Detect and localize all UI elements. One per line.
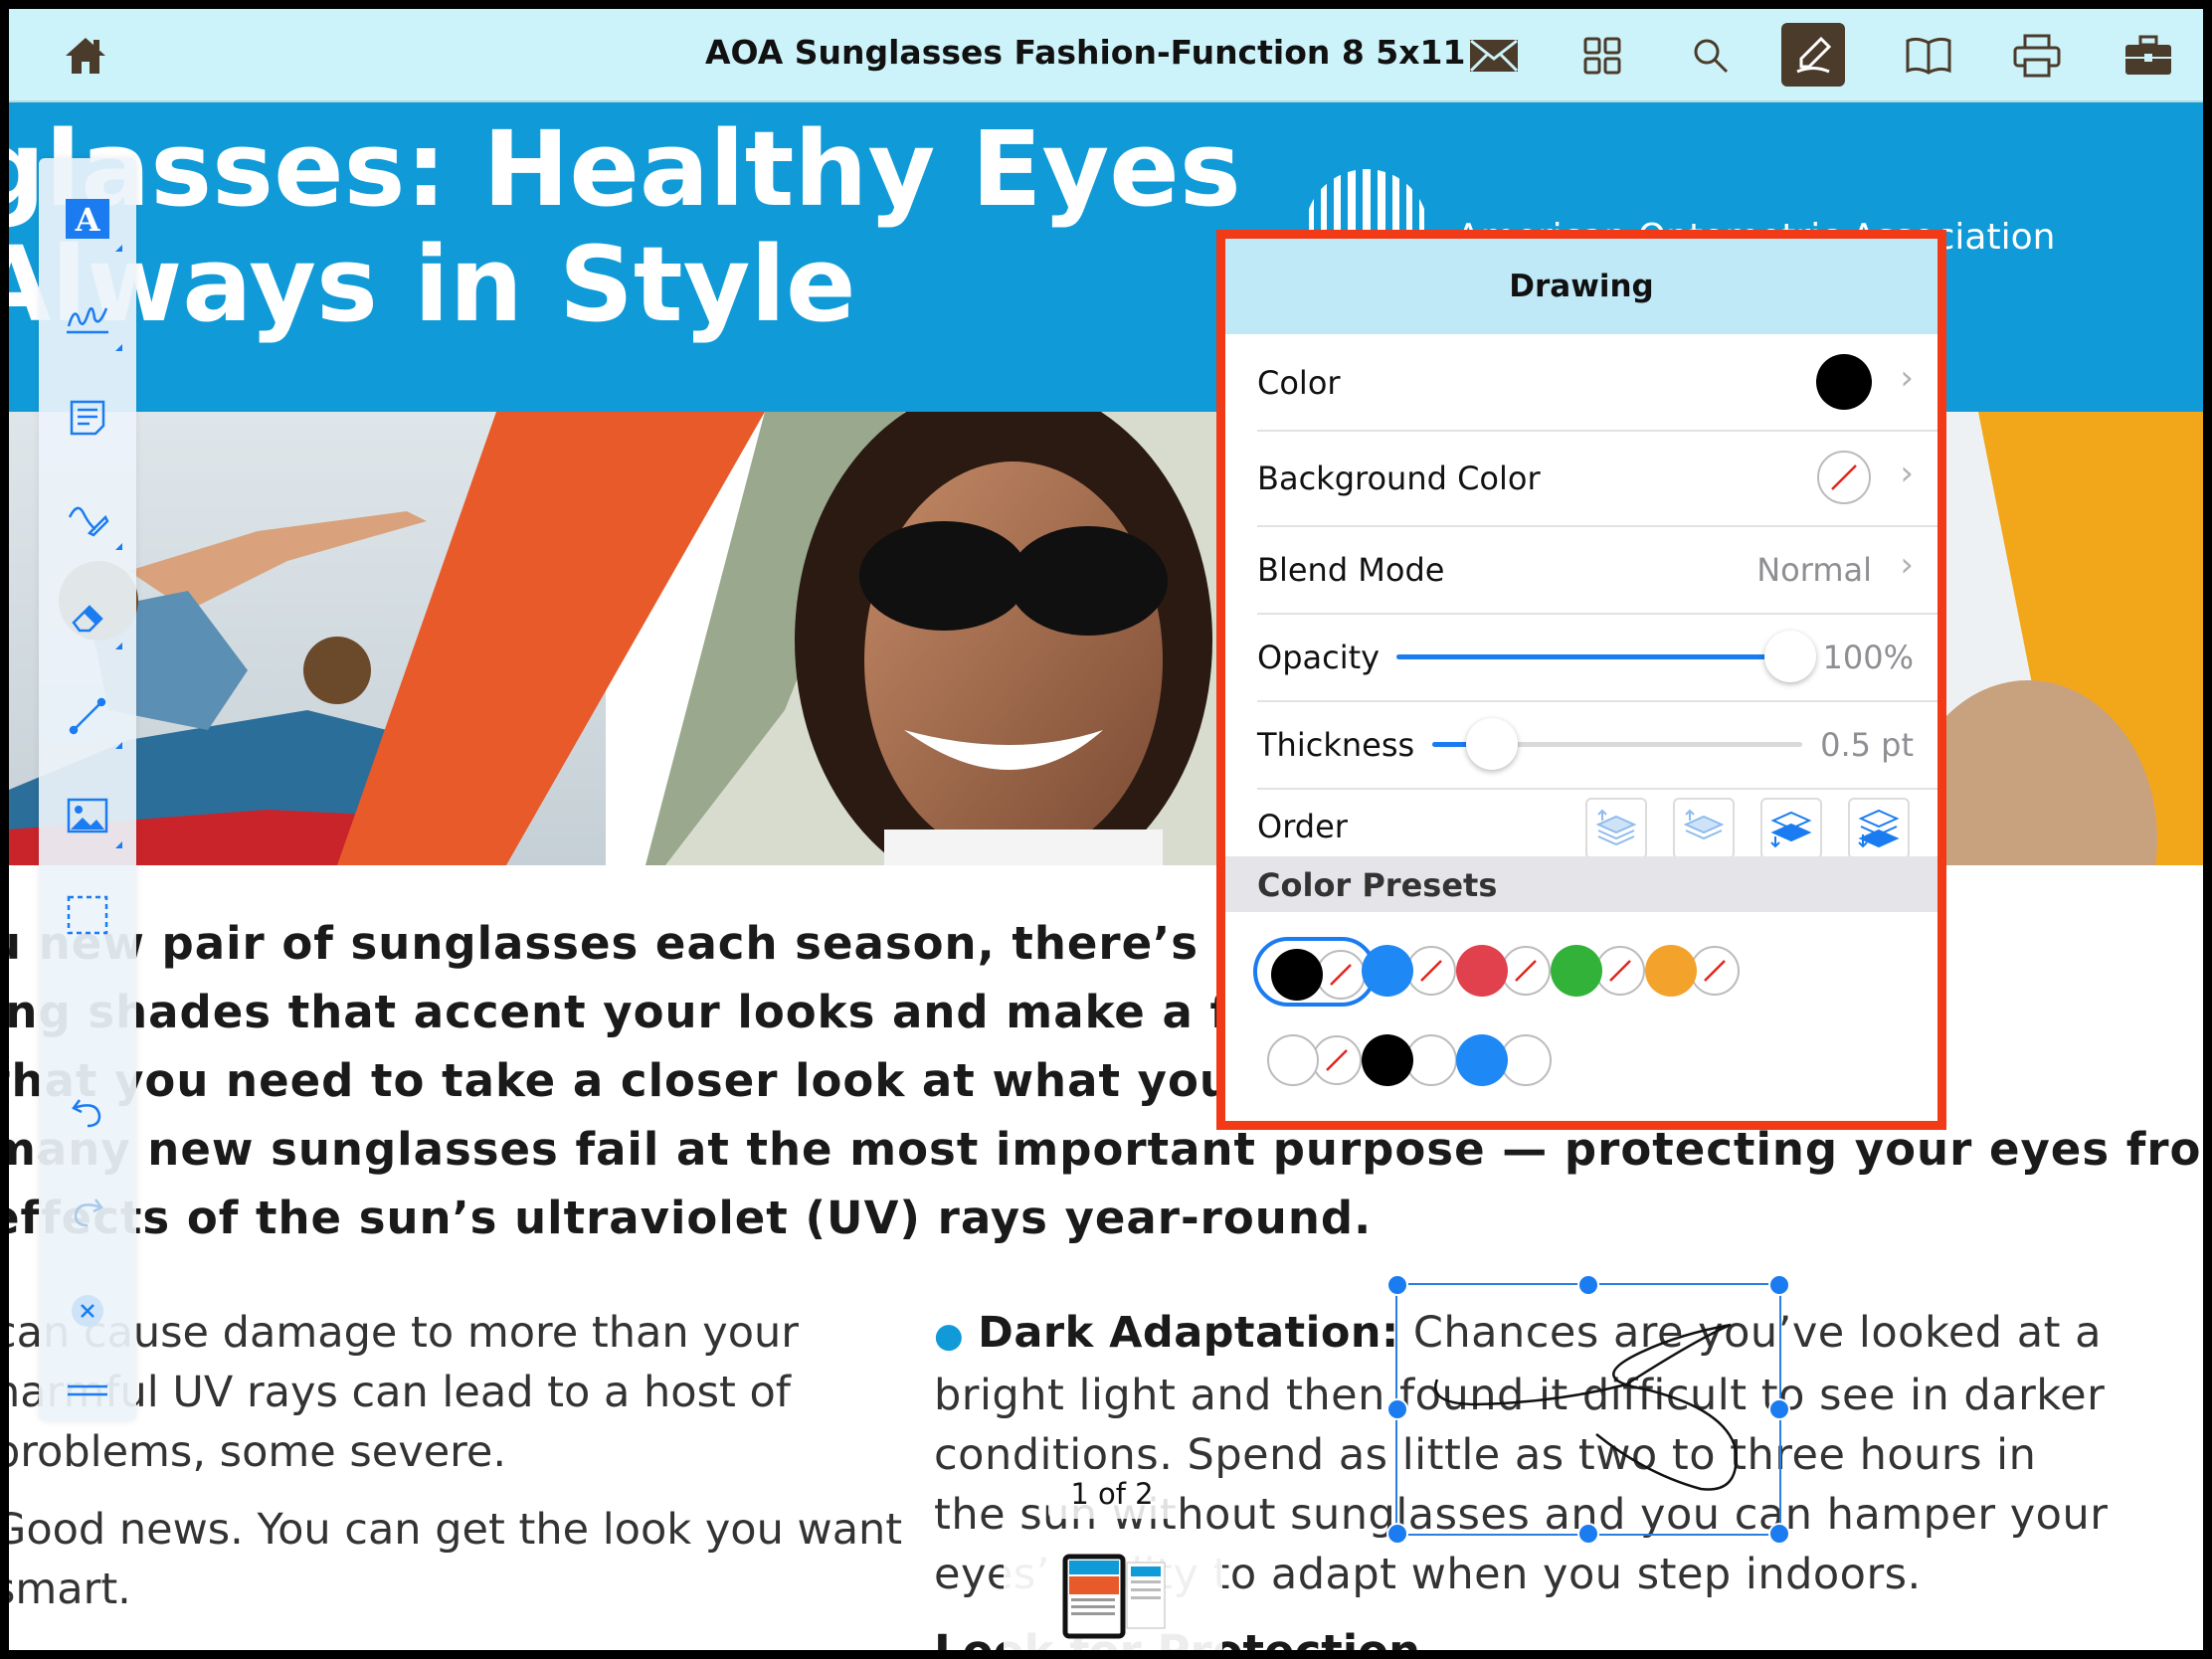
send-to-back-icon[interactable] [1848, 798, 1910, 859]
close-icon[interactable] [59, 1282, 116, 1340]
resize-handle[interactable] [1386, 1398, 1408, 1420]
color-preset[interactable] [1631, 937, 1754, 1007]
text-line: problems, some severe. [9, 1427, 506, 1477]
note-tool-icon[interactable] [59, 389, 116, 447]
preset-color-swatch [1551, 945, 1602, 997]
annotation-toolbar: A [39, 158, 136, 1421]
thickness-slider[interactable] [1432, 718, 1802, 770]
chevron-right-icon: › [1900, 358, 1914, 398]
opacity-label: Opacity [1257, 639, 1381, 676]
slider-knob[interactable] [1465, 718, 1518, 770]
intro-line: effects of the sun’s ultraviolet (UV) ra… [9, 1192, 1373, 1244]
preset-color-swatch [1362, 945, 1413, 997]
bullet-title: Dark Adaptation: [978, 1308, 1399, 1358]
ink-stroke [1434, 1323, 1738, 1491]
text-tool-icon[interactable]: A [59, 190, 122, 252]
resize-handle[interactable] [1386, 1523, 1408, 1545]
resize-handle[interactable] [1768, 1523, 1790, 1545]
headline-line-1: glasses: Healthy Eyes [9, 108, 1241, 230]
line-tool-icon[interactable] [59, 687, 122, 749]
slider-fill [1396, 654, 1790, 659]
annotate-pen-icon[interactable] [1781, 23, 1845, 87]
pen-tool-icon[interactable] [59, 488, 122, 550]
preset-color-swatch [1362, 1034, 1413, 1086]
image-tool-icon[interactable] [59, 787, 122, 848]
mail-icon[interactable] [1467, 29, 1521, 83]
resize-handle[interactable] [1577, 1523, 1599, 1545]
preset-color-swatch [1267, 1034, 1319, 1086]
preset-color-swatch [1456, 1034, 1508, 1086]
order-row: Order [1257, 788, 1937, 859]
app-screen: AOA Sunglasses Fashion-Function 8 5x11 g… [9, 9, 2203, 1650]
preset-color-swatch [1645, 945, 1697, 997]
send-backward-icon[interactable] [1760, 798, 1822, 859]
order-label: Order [1257, 808, 1348, 845]
panel-header: Drawing [1225, 239, 1937, 334]
thickness-row: Thickness 0.5 pt [1257, 700, 1937, 790]
undo-icon[interactable] [59, 1083, 116, 1141]
panel-title: Drawing [1509, 269, 1654, 304]
redo-icon[interactable] [59, 1183, 116, 1240]
grab-handle-icon[interactable] [59, 1362, 116, 1419]
left-column: can cause damage to more than your harmf… [9, 1303, 902, 1637]
blend-mode-value: Normal [1756, 551, 1872, 589]
opacity-slider[interactable] [1396, 631, 1816, 682]
print-icon[interactable] [2010, 29, 2064, 83]
page-thumbnails [1062, 1554, 1166, 1639]
blend-mode-label: Blend Mode [1257, 551, 1445, 589]
background-color-row[interactable]: Background Color › [1257, 430, 1937, 527]
resize-handle[interactable] [1577, 1274, 1599, 1296]
left-paragraph: can cause damage to more than your harmf… [9, 1303, 868, 1482]
bullet-dot: ● [934, 1315, 965, 1356]
page-thumbnail-strip[interactable] [1004, 1531, 1222, 1650]
thickness-value: 0.5 pt [1820, 726, 1914, 764]
thickness-label: Thickness [1257, 726, 1415, 764]
eraser-tool-icon[interactable] [59, 588, 122, 649]
slider-knob[interactable] [1764, 631, 1816, 682]
grid-icon[interactable] [1575, 29, 1629, 83]
opacity-value: 100% [1822, 639, 1914, 676]
chevron-right-icon: › [1900, 545, 1914, 585]
preset-color-swatch [1456, 945, 1508, 997]
headline-line-2: Always in Style [9, 224, 856, 345]
color-row[interactable]: Color › [1257, 334, 1937, 432]
ink-annotation-selection[interactable] [1386, 1274, 1790, 1545]
selection-tool-icon[interactable] [59, 886, 116, 944]
briefcase-icon[interactable] [2121, 29, 2175, 83]
opacity-row: Opacity 100% [1257, 613, 1937, 702]
color-swatch [1816, 354, 1872, 410]
drawing-properties-panel: Drawing Color › Background Color › Blend… [1216, 230, 1946, 1130]
signature-tool-icon[interactable] [59, 289, 122, 351]
color-label: Color [1257, 364, 1341, 402]
preset-color-swatch [1271, 949, 1323, 1001]
color-preset[interactable] [1442, 1026, 1566, 1096]
page-indicator: 1 of 2 [1048, 1469, 1176, 1519]
bring-to-front-icon[interactable] [1673, 798, 1735, 859]
home-icon[interactable] [59, 29, 112, 83]
svg-text:A: A [75, 201, 101, 239]
bring-forward-icon[interactable] [1585, 798, 1647, 859]
chevron-right-icon: › [1900, 454, 1914, 493]
color-presets-label: Color Presets [1257, 866, 1498, 904]
text-line: Good news. You can get the look you want [9, 1505, 903, 1555]
blend-mode-row[interactable]: Blend Mode Normal › [1257, 525, 1937, 615]
left-paragraph: Good news. You can get the look you want… [9, 1500, 902, 1619]
document-title: AOA Sunglasses Fashion-Function 8 5x11 [705, 33, 1466, 72]
panel-body: Color › Background Color › Blend Mode No… [1225, 334, 1937, 1121]
top-toolbar: AOA Sunglasses Fashion-Function 8 5x11 [9, 9, 2203, 102]
background-color-label: Background Color [1257, 460, 1541, 497]
resize-handle[interactable] [1768, 1398, 1790, 1420]
resize-handle[interactable] [1386, 1274, 1408, 1296]
resize-handle[interactable] [1768, 1274, 1790, 1296]
search-icon[interactable] [1684, 29, 1738, 83]
book-icon[interactable] [1902, 29, 1955, 83]
color-presets-header: Color Presets [1225, 856, 1937, 912]
no-color-swatch-icon [1816, 450, 1872, 505]
headline: glasses: Healthy Eyes Always in Style [9, 111, 1241, 342]
text-line: smart. [9, 1565, 131, 1614]
